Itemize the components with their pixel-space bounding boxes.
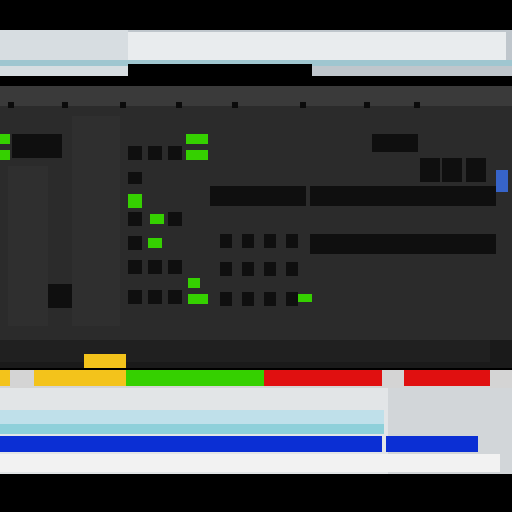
mixer-block[interactable] bbox=[372, 134, 418, 152]
pattern-cell-active[interactable] bbox=[298, 294, 312, 302]
header-tick bbox=[62, 102, 68, 108]
pattern-cell[interactable] bbox=[128, 212, 142, 226]
pattern-cell[interactable] bbox=[168, 146, 182, 160]
timeline-bar[interactable] bbox=[310, 186, 496, 206]
track-indicator-green[interactable] bbox=[0, 134, 10, 144]
header-tick bbox=[300, 102, 306, 108]
pattern-cell[interactable] bbox=[264, 262, 276, 276]
pattern-cell[interactable] bbox=[264, 234, 276, 248]
color-segment-yellow[interactable] bbox=[34, 370, 126, 386]
pattern-cell[interactable] bbox=[168, 260, 182, 274]
pattern-cell[interactable] bbox=[128, 236, 142, 250]
pattern-cell[interactable] bbox=[128, 290, 142, 304]
track-indicator-green[interactable] bbox=[0, 150, 10, 160]
mixer-block[interactable] bbox=[420, 158, 440, 182]
pattern-cell[interactable] bbox=[286, 262, 298, 276]
pattern-cell[interactable] bbox=[128, 172, 142, 184]
pattern-cell[interactable] bbox=[220, 292, 232, 306]
sequencer-header bbox=[0, 86, 512, 106]
lane-cyan[interactable] bbox=[0, 410, 384, 424]
timeline-bar[interactable] bbox=[210, 186, 306, 206]
top-toolbar bbox=[128, 32, 506, 62]
color-segment-yellow[interactable] bbox=[0, 370, 10, 386]
mixer-block[interactable] bbox=[466, 158, 486, 182]
header-tick bbox=[232, 102, 238, 108]
header-tick bbox=[8, 102, 14, 108]
status-bar bbox=[0, 454, 500, 472]
top-left-panel bbox=[0, 30, 128, 76]
lane-blue[interactable] bbox=[0, 436, 382, 452]
timeline-bar[interactable] bbox=[310, 234, 496, 254]
pattern-cell[interactable] bbox=[242, 262, 254, 276]
lower-editor bbox=[0, 388, 512, 474]
pattern-cell[interactable] bbox=[264, 292, 276, 306]
track-column bbox=[72, 116, 120, 326]
pattern-cell[interactable] bbox=[286, 292, 298, 306]
main-sequencer-panel bbox=[0, 86, 512, 340]
pattern-cell[interactable] bbox=[286, 234, 298, 248]
header-tick bbox=[120, 102, 126, 108]
lane-cyan-2[interactable] bbox=[0, 424, 384, 434]
pattern-cell[interactable] bbox=[148, 146, 162, 160]
transport-dark bbox=[0, 340, 490, 362]
color-segment-green[interactable] bbox=[126, 370, 264, 386]
pattern-cell-active[interactable] bbox=[186, 134, 208, 144]
pattern-cell[interactable] bbox=[220, 234, 232, 248]
pattern-cell[interactable] bbox=[242, 234, 254, 248]
pattern-cell-active[interactable] bbox=[128, 194, 142, 208]
clip-color-bar bbox=[0, 370, 512, 388]
pattern-cell[interactable] bbox=[148, 290, 162, 304]
top-window-strip bbox=[0, 30, 512, 76]
pattern-cell[interactable] bbox=[220, 262, 232, 276]
pattern-cell[interactable] bbox=[148, 260, 162, 274]
track-column bbox=[8, 166, 48, 326]
transport-strip bbox=[0, 340, 512, 368]
pattern-cell[interactable] bbox=[168, 290, 182, 304]
mixer-block[interactable] bbox=[442, 158, 462, 182]
pattern-cell-active[interactable] bbox=[188, 278, 200, 288]
pattern-cell-active[interactable] bbox=[188, 294, 208, 304]
header-tick bbox=[414, 102, 420, 108]
pattern-cell[interactable] bbox=[242, 292, 254, 306]
color-segment-red[interactable] bbox=[264, 370, 382, 386]
pattern-cell-active[interactable] bbox=[186, 150, 208, 160]
pattern-cell[interactable] bbox=[168, 212, 182, 226]
top-black-block-2 bbox=[182, 64, 312, 76]
pattern-cell-active[interactable] bbox=[150, 214, 164, 224]
pattern-cell[interactable] bbox=[128, 146, 142, 160]
header-tick bbox=[176, 102, 182, 108]
track-block[interactable] bbox=[12, 134, 62, 158]
lane-blue-2[interactable] bbox=[386, 436, 478, 452]
pattern-cell[interactable] bbox=[128, 260, 142, 274]
header-tick bbox=[364, 102, 370, 108]
color-segment-red[interactable] bbox=[404, 370, 490, 386]
vertical-tool-icon[interactable] bbox=[496, 170, 508, 192]
transport-marker[interactable] bbox=[84, 354, 126, 368]
pattern-cell-active[interactable] bbox=[148, 238, 162, 248]
